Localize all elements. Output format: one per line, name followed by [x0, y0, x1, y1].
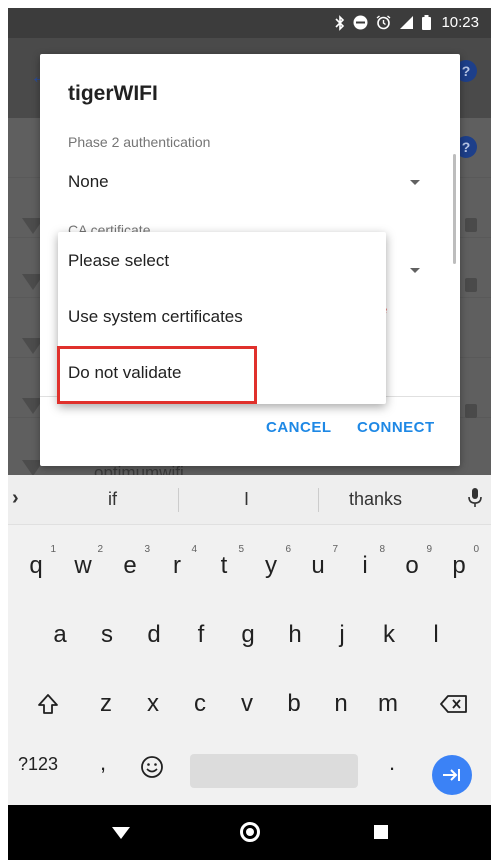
dialog-actions: CANCEL CONNECT [40, 396, 460, 466]
key-x[interactable]: x [131, 675, 175, 733]
key-t[interactable]: t5 [202, 537, 246, 595]
bluetooth-icon [335, 14, 345, 31]
dropdown-arrow-icon[interactable] [410, 268, 420, 273]
divider [178, 488, 179, 512]
lock-icon [465, 404, 477, 418]
mic-icon[interactable] [467, 487, 483, 514]
key-e[interactable]: e3 [108, 537, 152, 595]
key-q[interactable]: q1 [14, 537, 58, 595]
menu-item-use-system-certificates[interactable]: Use system certificates [68, 297, 368, 337]
menu-item-please-select[interactable]: Please select [68, 241, 368, 281]
symbols-key[interactable]: ?123 [18, 754, 58, 775]
dropdown-arrow-icon[interactable] [410, 180, 420, 185]
lock-icon [465, 218, 477, 232]
battery-icon [422, 15, 432, 30]
status-icons: 10:23 [335, 14, 479, 31]
space-bar[interactable] [190, 754, 358, 788]
connect-button[interactable]: CONNECT [357, 419, 435, 436]
phase2-select[interactable]: None [68, 172, 109, 192]
emoji-icon[interactable] [140, 755, 164, 784]
lock-icon [465, 278, 477, 292]
navigation-bar [8, 805, 491, 860]
chevron-right-icon[interactable]: › [12, 487, 19, 510]
signal-icon [399, 15, 414, 30]
key-b[interactable]: b [272, 675, 316, 733]
key-v[interactable]: v [225, 675, 269, 733]
key-p[interactable]: p0 [437, 537, 481, 595]
key-period[interactable]: . [389, 750, 395, 776]
key-n[interactable]: n [319, 675, 363, 733]
key-k[interactable]: k [367, 606, 411, 664]
key-f[interactable]: f [179, 606, 223, 664]
shift-icon[interactable] [26, 675, 70, 733]
key-h[interactable]: h [273, 606, 317, 664]
key-i[interactable]: i8 [343, 537, 387, 595]
backspace-icon[interactable] [432, 675, 476, 733]
key-g[interactable]: g [226, 606, 270, 664]
keyboard: › if I thanks q1 w2 e3 r4 t5 y6 u7 i8 o9… [8, 475, 491, 805]
highlight-box [57, 346, 257, 404]
status-time: 10:23 [441, 14, 479, 31]
do-not-disturb-icon [353, 15, 368, 30]
suggestion[interactable]: I [244, 489, 249, 510]
key-d[interactable]: d [132, 606, 176, 664]
key-c[interactable]: c [178, 675, 222, 733]
status-bar: 10:23 [8, 8, 491, 38]
key-l[interactable]: l [414, 606, 458, 664]
suggestion-strip: › if I thanks [8, 475, 491, 525]
nav-home-icon[interactable] [240, 822, 260, 842]
dialog-scrollbar[interactable] [453, 154, 456, 264]
nav-back-icon[interactable] [112, 827, 130, 839]
dialog-title: tigerWIFI [68, 82, 158, 105]
key-w[interactable]: w2 [61, 537, 105, 595]
nav-recents-icon[interactable] [374, 825, 388, 839]
suggestion[interactable]: if [108, 489, 117, 510]
suggestion[interactable]: thanks [349, 489, 402, 510]
key-o[interactable]: o9 [390, 537, 434, 595]
phase2-label: Phase 2 authentication [68, 134, 211, 150]
key-s[interactable]: s [85, 606, 129, 664]
cancel-button[interactable]: CANCEL [266, 419, 332, 436]
key-z[interactable]: z [84, 675, 128, 733]
go-arrow-icon [443, 769, 460, 781]
phone-screen: 10:23 ← ? ? optimumwifi t [8, 8, 491, 860]
alarm-icon [376, 15, 391, 30]
key-y[interactable]: y6 [249, 537, 293, 595]
device-frame: 10:23 ← ? ? optimumwifi t [0, 0, 500, 868]
go-button[interactable] [432, 755, 472, 795]
key-m[interactable]: m [366, 675, 410, 733]
key-j[interactable]: j [320, 606, 364, 664]
key-r[interactable]: r4 [155, 537, 199, 595]
key-a[interactable]: a [38, 606, 82, 664]
key-comma[interactable]: , [100, 750, 106, 776]
divider [318, 488, 319, 512]
key-u[interactable]: u7 [296, 537, 340, 595]
